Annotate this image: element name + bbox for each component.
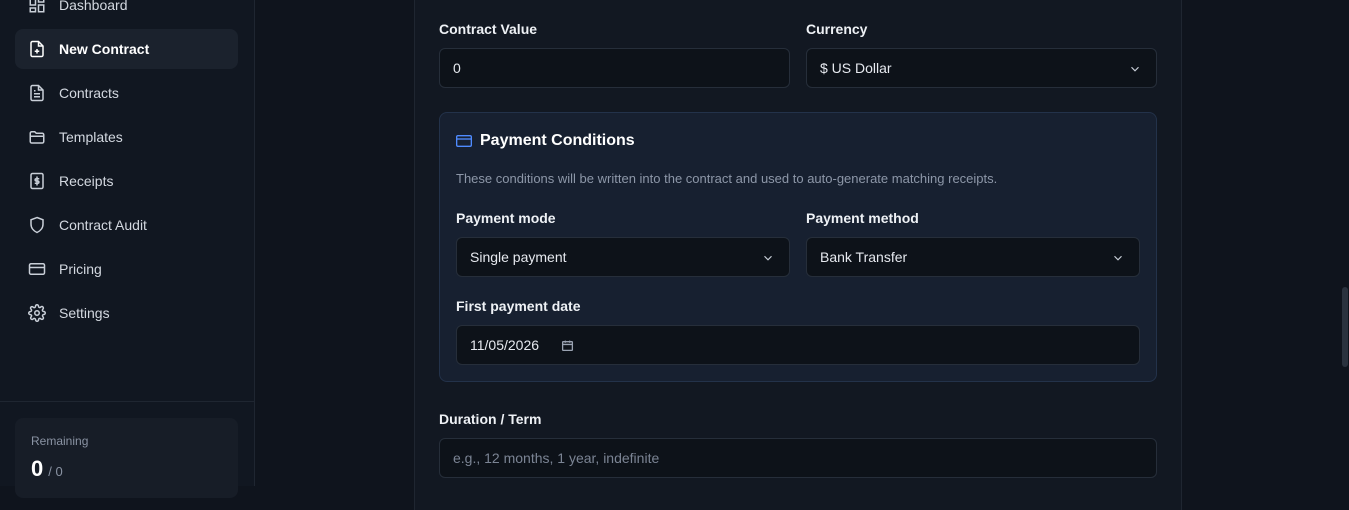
receipt-dollar-icon bbox=[28, 172, 46, 190]
sidebar-item-label: Contract Audit bbox=[59, 217, 147, 233]
payment-mode-value: Single payment bbox=[470, 249, 567, 265]
chevron-down-icon bbox=[1131, 66, 1139, 72]
sidebar-item-label: New Contract bbox=[59, 41, 150, 57]
payment-method-value: Bank Transfer bbox=[820, 249, 908, 265]
sidebar-item-new-contract[interactable]: New Contract bbox=[15, 29, 238, 69]
sidebar-item-label: Dashboard bbox=[59, 0, 128, 13]
usage-label: Remaining bbox=[31, 434, 89, 448]
usage-total: / 0 bbox=[48, 464, 63, 479]
payment-method-select[interactable]: Bank Transfer bbox=[806, 237, 1140, 277]
scrollbar-thumb[interactable] bbox=[1342, 287, 1348, 367]
sidebar-item-pricing[interactable]: Pricing bbox=[15, 249, 238, 289]
sidebar-item-label: Templates bbox=[59, 129, 123, 145]
sidebar-item-dashboard[interactable]: Dashboard bbox=[15, 0, 238, 25]
sidebar-item-label: Pricing bbox=[59, 261, 102, 277]
main-content: Contract Value 0 Currency $ US Dollar Pa… bbox=[255, 0, 1349, 510]
sidebar: Dashboard New Contract Contracts Templat… bbox=[0, 0, 255, 498]
sidebar-item-contracts[interactable]: Contracts bbox=[15, 73, 238, 113]
currency-select[interactable]: $ US Dollar bbox=[806, 48, 1157, 88]
payment-mode-select[interactable]: Single payment bbox=[456, 237, 790, 277]
payment-conditions-description: These conditions will be written into th… bbox=[456, 171, 998, 186]
chevron-down-icon bbox=[1114, 255, 1122, 261]
gear-icon bbox=[28, 304, 46, 322]
shield-icon bbox=[28, 216, 46, 234]
calendar-icon[interactable] bbox=[561, 339, 574, 352]
payment-method-label: Payment method bbox=[806, 210, 919, 226]
folder-icon bbox=[28, 128, 46, 146]
sidebar-item-label: Settings bbox=[59, 305, 110, 321]
first-payment-date-input[interactable]: 11/05/2026 bbox=[456, 325, 1140, 365]
currency-value: $ US Dollar bbox=[820, 60, 892, 76]
duration-placeholder: e.g., 12 months, 1 year, indefinite bbox=[453, 450, 660, 466]
sidebar-item-contract-audit[interactable]: Contract Audit bbox=[15, 205, 238, 245]
sidebar-item-settings[interactable]: Settings bbox=[15, 293, 238, 333]
usage-count: 0 bbox=[31, 456, 44, 481]
contract-value-text: 0 bbox=[453, 60, 461, 76]
sidebar-item-label: Receipts bbox=[59, 173, 114, 189]
contract-value-label: Contract Value bbox=[439, 21, 538, 37]
sidebar-item-templates[interactable]: Templates bbox=[15, 117, 238, 157]
payment-conditions-title: Payment Conditions bbox=[480, 132, 635, 149]
duration-label: Duration / Term bbox=[439, 411, 542, 427]
payment-mode-label: Payment mode bbox=[456, 210, 556, 226]
sidebar-item-label: Contracts bbox=[59, 85, 119, 101]
currency-label: Currency bbox=[806, 21, 868, 37]
credit-card-icon bbox=[28, 260, 46, 278]
sidebar-item-receipts[interactable]: Receipts bbox=[15, 161, 238, 201]
credit-card-icon bbox=[456, 135, 472, 147]
first-payment-date-label: First payment date bbox=[456, 298, 581, 314]
first-payment-date-value: 11/05/2026 bbox=[470, 337, 540, 353]
duration-input[interactable]: e.g., 12 months, 1 year, indefinite bbox=[439, 438, 1157, 478]
usage-card: Remaining 0 / 0 bbox=[15, 418, 238, 498]
sidebar-divider bbox=[0, 401, 255, 402]
file-plus-icon bbox=[28, 40, 46, 58]
dashboard-icon bbox=[28, 0, 46, 14]
chevron-down-icon bbox=[764, 255, 772, 261]
usage-value: 0 / 0 bbox=[31, 456, 222, 482]
contract-value-input[interactable]: 0 bbox=[439, 48, 790, 88]
file-text-icon bbox=[28, 84, 46, 102]
